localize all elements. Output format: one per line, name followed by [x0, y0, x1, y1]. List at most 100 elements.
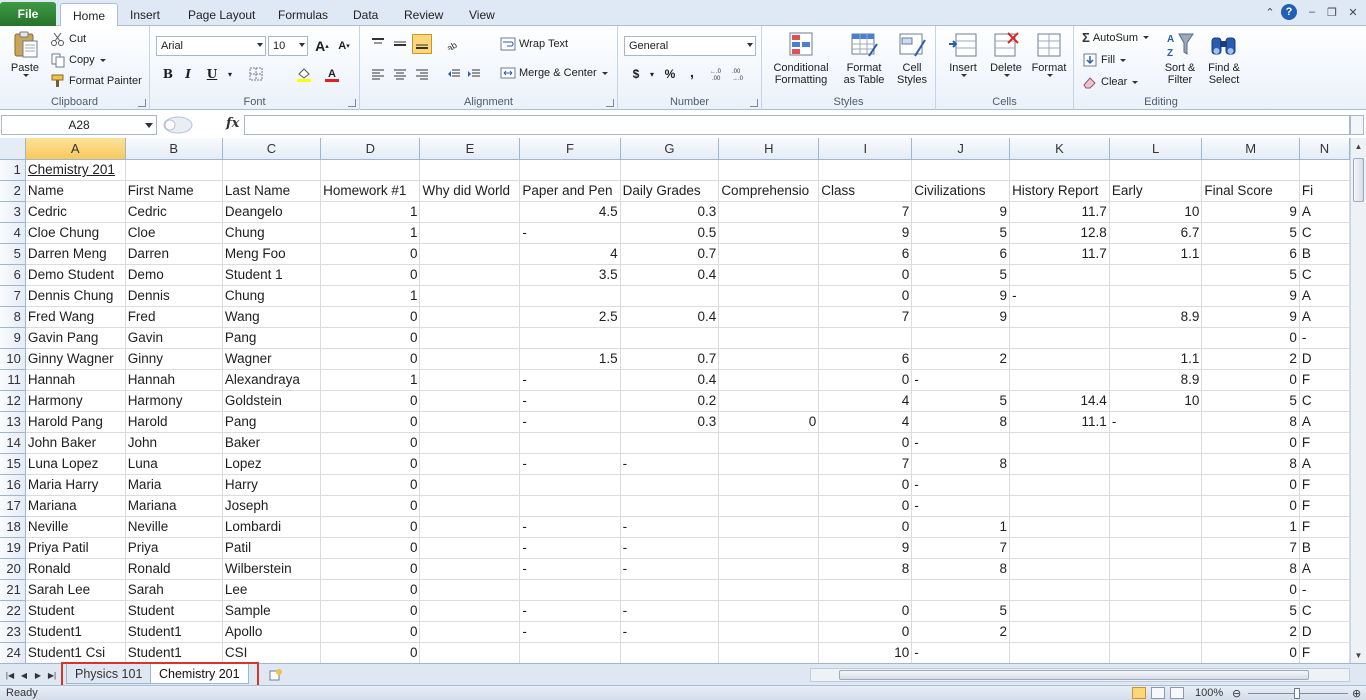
cell-j10[interactable]: 2 — [911, 348, 1011, 370]
column-header-h[interactable]: H — [718, 138, 820, 160]
cell-h13[interactable]: 0 — [718, 411, 820, 433]
cell-c1[interactable] — [222, 159, 322, 181]
cell-e1[interactable] — [419, 159, 521, 181]
cell-b2[interactable]: First Name — [125, 180, 223, 202]
cell-g5[interactable]: 0.7 — [620, 243, 720, 265]
cell-n18[interactable]: F — [1299, 516, 1350, 538]
cell-e23[interactable] — [419, 621, 521, 643]
cell-c22[interactable]: Sample — [222, 600, 322, 622]
autosum-button[interactable]: Σ AutoSum — [1082, 30, 1150, 45]
cell-a15[interactable]: Luna Lopez — [25, 453, 126, 475]
spreadsheet-grid[interactable]: ABCDEFGHIJKLMN 1 Chemistry 201 2 Name First … — [0, 138, 1350, 663]
cell-n7[interactable]: A — [1299, 285, 1350, 307]
cell-i12[interactable]: 4 — [818, 390, 913, 412]
cell-f24[interactable] — [519, 642, 621, 663]
cell-m9[interactable]: 0 — [1201, 327, 1300, 349]
cell-h4[interactable] — [718, 222, 820, 244]
cell-j18[interactable]: 1 — [911, 516, 1011, 538]
cell-j5[interactable]: 6 — [911, 243, 1011, 265]
increase-decimal-icon[interactable]: ←.0.00 — [710, 64, 730, 84]
cell-m4[interactable]: 5 — [1201, 222, 1300, 244]
cell-a22[interactable]: Student — [25, 600, 126, 622]
cell-d2[interactable]: Homework #1 — [320, 180, 421, 202]
cell-h10[interactable] — [718, 348, 820, 370]
cell-b8[interactable]: Fred — [125, 306, 223, 328]
cell-a11[interactable]: Hannah — [25, 369, 126, 391]
cell-l8[interactable]: 8.9 — [1109, 306, 1203, 328]
cell-f8[interactable]: 2.5 — [519, 306, 621, 328]
cell-n15[interactable]: A — [1299, 453, 1350, 475]
cell-e19[interactable] — [419, 537, 521, 559]
cell-d13[interactable]: 0 — [320, 411, 421, 433]
align-bottom-icon[interactable] — [412, 34, 432, 54]
cell-i5[interactable]: 6 — [818, 243, 913, 265]
cell-m8[interactable]: 9 — [1201, 306, 1300, 328]
cell-e14[interactable] — [419, 432, 521, 454]
cell-e21[interactable] — [419, 579, 521, 601]
tab-formulas[interactable]: Formulas — [266, 3, 340, 26]
select-all-corner[interactable] — [0, 138, 26, 160]
cell-j21[interactable] — [911, 579, 1011, 601]
cell-m15[interactable]: 8 — [1201, 453, 1300, 475]
cell-e22[interactable] — [419, 600, 521, 622]
column-header-i[interactable]: I — [818, 138, 913, 160]
cell-g15[interactable]: - — [620, 453, 720, 475]
italic-button[interactable]: I — [178, 64, 198, 84]
cell-n9[interactable]: - — [1299, 327, 1350, 349]
cell-n4[interactable]: C — [1299, 222, 1350, 244]
row-header[interactable]: 8 — [0, 306, 26, 328]
cell-a4[interactable]: Cloe Chung — [25, 222, 126, 244]
cell-f22[interactable]: - — [519, 600, 621, 622]
cell-n11[interactable]: F — [1299, 369, 1350, 391]
cell-k13[interactable]: 11.1 — [1009, 411, 1110, 433]
cell-e5[interactable] — [419, 243, 521, 265]
cell-m24[interactable]: 0 — [1201, 642, 1300, 663]
cell-a6[interactable]: Demo Student — [25, 264, 126, 286]
cell-i13[interactable]: 4 — [818, 411, 913, 433]
cell-a7[interactable]: Dennis Chung — [25, 285, 126, 307]
row-header[interactable]: 6 — [0, 264, 26, 286]
column-header-j[interactable]: J — [911, 138, 1011, 160]
cell-f6[interactable]: 3.5 — [519, 264, 621, 286]
cell-n13[interactable]: A — [1299, 411, 1350, 433]
row-header[interactable]: 10 — [0, 348, 26, 370]
cell-f15[interactable]: - — [519, 453, 621, 475]
cell-l16[interactable] — [1109, 474, 1203, 496]
shrink-font-icon[interactable]: A ▾ — [334, 36, 354, 56]
cell-d19[interactable]: 0 — [320, 537, 421, 559]
cell-i21[interactable] — [818, 579, 913, 601]
fill-color-icon[interactable] — [294, 64, 314, 84]
increase-indent-icon[interactable] — [464, 64, 484, 84]
cell-d12[interactable]: 0 — [320, 390, 421, 412]
cell-a19[interactable]: Priya Patil — [25, 537, 126, 559]
cell-h14[interactable] — [718, 432, 820, 454]
tab-review[interactable]: Review — [392, 3, 455, 26]
cell-g2[interactable]: Daily Grades — [620, 180, 720, 202]
sheet-tab-chemistry-201[interactable]: Chemistry 201 — [150, 664, 249, 684]
cell-n2[interactable]: Fi — [1299, 180, 1350, 202]
cell-g3[interactable]: 0.3 — [620, 201, 720, 223]
cell-c6[interactable]: Student 1 — [222, 264, 322, 286]
vertical-scroll-thumb[interactable] — [1353, 158, 1364, 202]
cell-n19[interactable]: B — [1299, 537, 1350, 559]
zoom-slider-thumb[interactable] — [1294, 688, 1300, 699]
vertical-scrollbar[interactable]: ▲ ▼ — [1350, 138, 1366, 663]
cut-button[interactable]: Cut — [50, 31, 86, 47]
cell-i23[interactable]: 0 — [818, 621, 913, 643]
row-header[interactable]: 20 — [0, 558, 26, 580]
copy-button[interactable]: Copy — [50, 52, 106, 68]
cell-a5[interactable]: Darren Meng — [25, 243, 126, 265]
align-middle-icon[interactable] — [390, 34, 410, 54]
cell-j6[interactable]: 5 — [911, 264, 1011, 286]
alignment-launcher-icon[interactable] — [606, 99, 614, 107]
cell-b5[interactable]: Darren — [125, 243, 223, 265]
cell-a2[interactable]: Name — [25, 180, 126, 202]
cell-f2[interactable]: Paper and Pen — [519, 180, 621, 202]
cell-i20[interactable]: 8 — [818, 558, 913, 580]
column-header-m[interactable]: M — [1201, 138, 1300, 160]
orientation-icon[interactable]: ab — [446, 34, 466, 54]
cell-h20[interactable] — [718, 558, 820, 580]
row-header[interactable]: 18 — [0, 516, 26, 538]
cell-d22[interactable]: 0 — [320, 600, 421, 622]
cell-b9[interactable]: Gavin — [125, 327, 223, 349]
